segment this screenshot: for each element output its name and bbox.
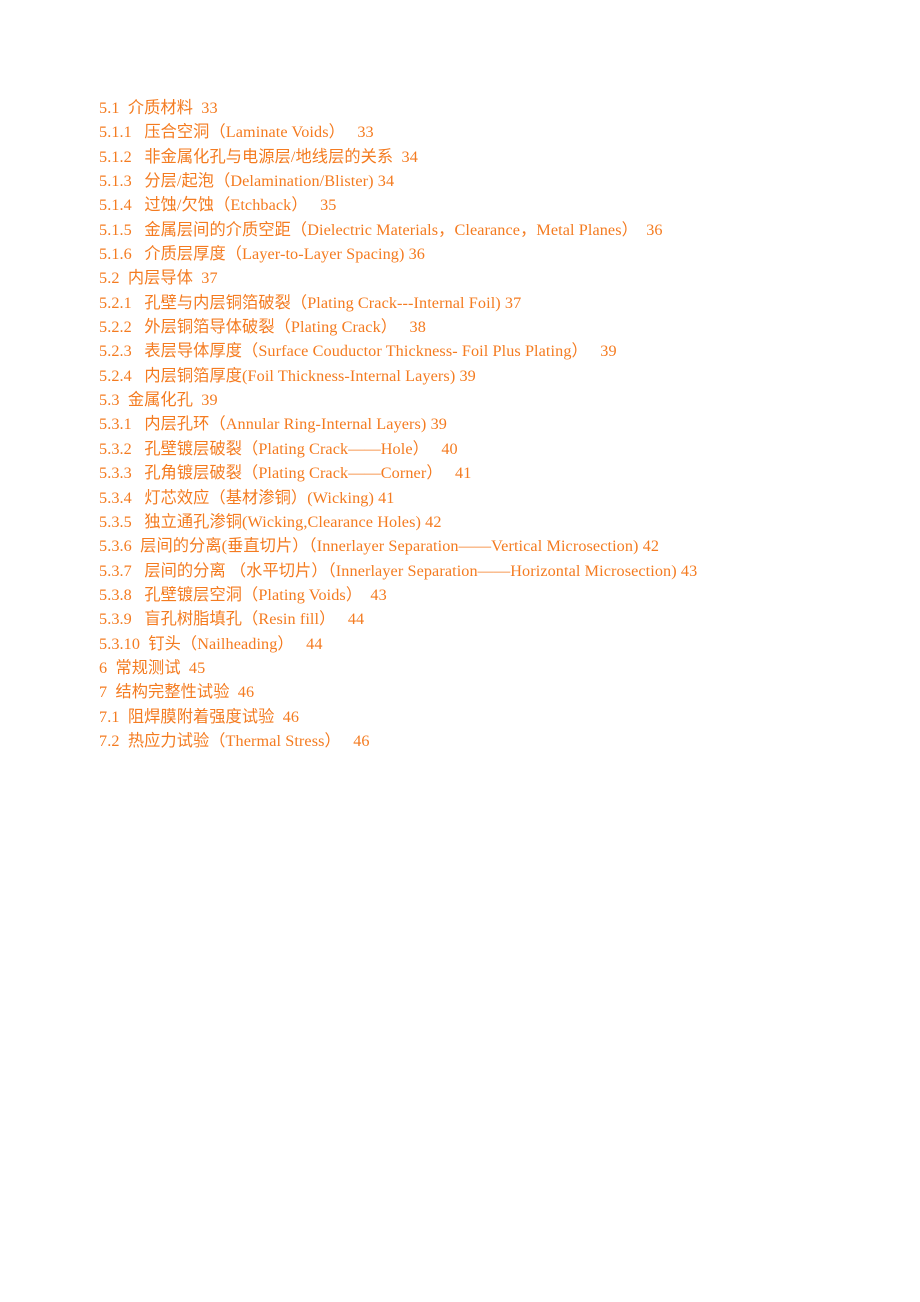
toc-entry[interactable]: 5.3.1 内层孔环（Annular Ring-Internal Layers)… (99, 412, 859, 436)
toc-entry[interactable]: 5.1 介质材料 33 (99, 96, 859, 120)
toc-entry[interactable]: 5.1.5 金属层间的介质空距（Dielectric Materials，Cle… (99, 218, 859, 242)
toc-entry[interactable]: 5.2.2 外层铜箔导体破裂（Plating Crack） 38 (99, 315, 859, 339)
table-of-contents: 5.1 介质材料 33 5.1.1 压合空洞（Laminate Voids） 33… (99, 96, 859, 753)
toc-entry[interactable]: 5.3.9 盲孔树脂填孔（Resin fill） 44 (99, 607, 859, 631)
toc-entry[interactable]: 5.3.6 层间的分离(垂直切片）（Innerlayer Separation—… (99, 534, 859, 558)
toc-entry[interactable]: 5.3 金属化孔 39 (99, 388, 859, 412)
toc-entry[interactable]: 5.1.2 非金属化孔与电源层/地线层的关系 34 (99, 145, 859, 169)
toc-entry[interactable]: 5.3.4 灯芯效应（基材渗铜）(Wicking) 41 (99, 486, 859, 510)
toc-entry[interactable]: 5.3.2 孔壁镀层破裂（Plating Crack——Hole） 40 (99, 437, 859, 461)
toc-entry[interactable]: 5.2.4 内层铜箔厚度(Foil Thickness-Internal Lay… (99, 364, 859, 388)
toc-entry[interactable]: 5.1.6 介质层厚度（Layer-to-Layer Spacing) 36 (99, 242, 859, 266)
toc-entry[interactable]: 5.3.3 孔角镀层破裂（Plating Crack——Corner） 41 (99, 461, 859, 485)
toc-entry[interactable]: 5.2.1 孔壁与内层铜箔破裂（Plating Crack---Internal… (99, 291, 859, 315)
toc-entry[interactable]: 7 结构完整性试验 46 (99, 680, 859, 704)
toc-entry[interactable]: 5.1.1 压合空洞（Laminate Voids） 33 (99, 120, 859, 144)
toc-entry[interactable]: 5.3.5 独立通孔渗铜(Wicking,Clearance Holes) 42 (99, 510, 859, 534)
toc-entry[interactable]: 5.1.4 过蚀/欠蚀（Etchback） 35 (99, 193, 859, 217)
toc-entry[interactable]: 5.2 内层导体 37 (99, 266, 859, 290)
toc-entry[interactable]: 6 常规测试 45 (99, 656, 859, 680)
toc-entry[interactable]: 5.3.8 孔壁镀层空洞（Plating Voids） 43 (99, 583, 859, 607)
toc-entry[interactable]: 5.1.3 分层/起泡（Delamination/Blister) 34 (99, 169, 859, 193)
toc-entry[interactable]: 7.1 阻焊膜附着强度试验 46 (99, 705, 859, 729)
toc-entry[interactable]: 5.3.10 钉头（Nailheading） 44 (99, 632, 859, 656)
toc-entry[interactable]: 5.2.3 表层导体厚度（Surface Couductor Thickness… (99, 339, 859, 363)
toc-entry[interactable]: 7.2 热应力试验（Thermal Stress） 46 (99, 729, 859, 753)
document-page: 5.1 介质材料 33 5.1.1 压合空洞（Laminate Voids） 33… (0, 0, 920, 1302)
toc-entry[interactable]: 5.3.7 层间的分离 （水平切片）（Innerlayer Separation… (99, 559, 859, 583)
